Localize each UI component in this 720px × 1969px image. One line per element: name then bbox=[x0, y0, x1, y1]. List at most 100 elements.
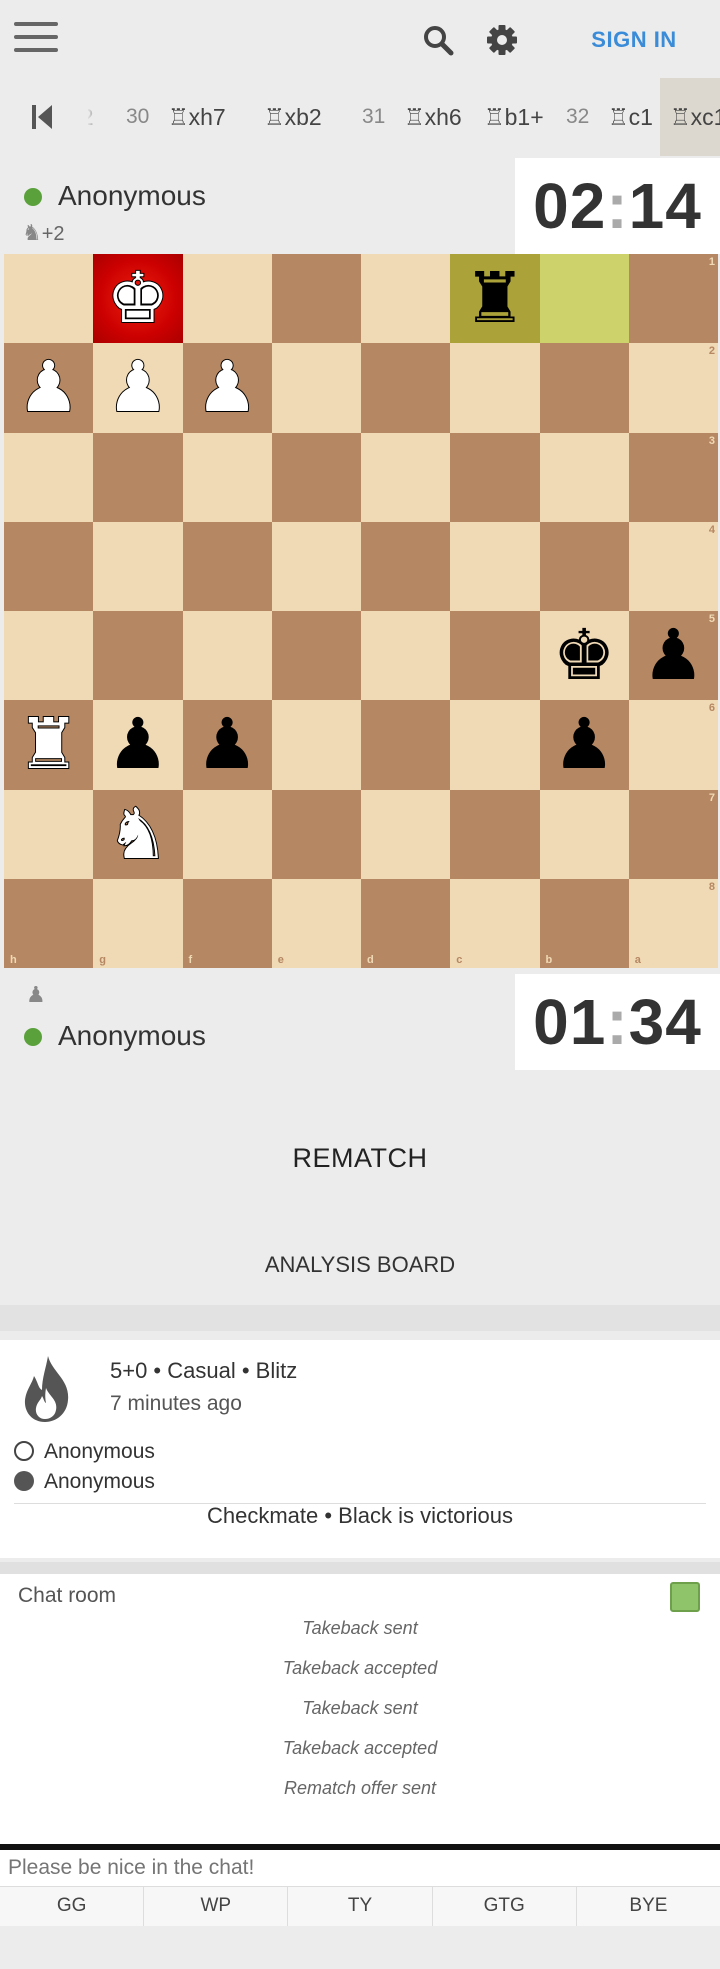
board-square[interactable] bbox=[450, 700, 540, 790]
board-square[interactable] bbox=[4, 521, 94, 611]
move-item[interactable]: ♖xh6 bbox=[404, 78, 462, 156]
board-square[interactable] bbox=[271, 700, 361, 790]
board-square[interactable]: 2 bbox=[628, 343, 718, 433]
board-square[interactable] bbox=[361, 789, 451, 879]
move-item[interactable]: ♖c1 bbox=[608, 78, 653, 156]
move-list[interactable]: a230♖xh7♖xb231♖xh6♖b1+32♖c1♖xc1#0-1 bbox=[0, 78, 720, 156]
white-pawn-icon[interactable]: ♟ bbox=[93, 343, 182, 432]
chat-preset-bye-button[interactable]: BYE bbox=[576, 1887, 720, 1926]
board-square[interactable]: ♜ bbox=[450, 254, 540, 344]
board-square[interactable] bbox=[271, 521, 361, 611]
analysis-board-button[interactable]: ANALYSIS BOARD bbox=[0, 1230, 720, 1300]
bottom-player-name[interactable]: Anonymous bbox=[58, 1020, 206, 1052]
chat-preset-wp-button[interactable]: WP bbox=[144, 1887, 289, 1926]
board-square[interactable]: g bbox=[93, 878, 183, 968]
board-square[interactable]: ♞ bbox=[93, 789, 183, 879]
white-player-row[interactable]: Anonymous bbox=[14, 1440, 155, 1464]
board-square[interactable] bbox=[182, 432, 272, 522]
black-king-icon[interactable]: ♚ bbox=[540, 611, 629, 700]
board-square[interactable]: h bbox=[4, 878, 94, 968]
board-square[interactable]: ♚ bbox=[93, 254, 183, 344]
board-square[interactable] bbox=[4, 432, 94, 522]
board-square[interactable] bbox=[4, 789, 94, 879]
board-square[interactable]: 4 bbox=[628, 521, 718, 611]
board-square[interactable]: ♜ bbox=[4, 700, 94, 790]
search-icon[interactable] bbox=[420, 22, 456, 58]
board-square[interactable]: ♟ bbox=[539, 700, 629, 790]
board-square[interactable] bbox=[361, 343, 451, 433]
board-square[interactable]: ♟ bbox=[93, 700, 183, 790]
gear-icon[interactable] bbox=[484, 22, 520, 58]
chat-preset-ty-button[interactable]: TY bbox=[288, 1887, 433, 1926]
board-square[interactable] bbox=[271, 611, 361, 701]
board-square[interactable]: 6 bbox=[628, 700, 718, 790]
top-player-name[interactable]: Anonymous bbox=[58, 180, 206, 212]
board-square[interactable] bbox=[182, 611, 272, 701]
board-square[interactable] bbox=[4, 254, 94, 344]
move-item[interactable]: ♖b1+ bbox=[484, 78, 544, 156]
chat-preset-gtg-button[interactable]: GTG bbox=[432, 1887, 577, 1926]
board-square[interactable] bbox=[4, 611, 94, 701]
white-king-icon[interactable]: ♚ bbox=[93, 254, 182, 343]
black-pawn-icon[interactable]: ♟ bbox=[93, 700, 182, 789]
board-square[interactable] bbox=[450, 521, 540, 611]
board-square[interactable] bbox=[539, 521, 629, 611]
board-square[interactable] bbox=[182, 789, 272, 879]
black-player-row[interactable]: Anonymous bbox=[14, 1470, 155, 1494]
board-square[interactable]: d bbox=[361, 878, 451, 968]
board-square[interactable]: f bbox=[182, 878, 272, 968]
hamburger-menu-icon[interactable] bbox=[14, 20, 60, 56]
board-square[interactable]: ♟ bbox=[93, 343, 183, 433]
move-item[interactable]: ♖xh7 bbox=[168, 78, 226, 156]
board-square[interactable]: 3 bbox=[628, 432, 718, 522]
first-move-button[interactable] bbox=[0, 78, 88, 156]
board-square[interactable]: 7 bbox=[628, 789, 718, 879]
board-square[interactable] bbox=[361, 611, 451, 701]
chat-input[interactable] bbox=[0, 1850, 720, 1886]
board-square[interactable]: ♟ bbox=[4, 343, 94, 433]
board-square[interactable] bbox=[539, 343, 629, 433]
board-square[interactable]: ♟ bbox=[182, 343, 272, 433]
board-square[interactable] bbox=[93, 611, 183, 701]
white-pawn-icon[interactable]: ♟ bbox=[4, 343, 93, 432]
board-square[interactable] bbox=[361, 254, 451, 344]
white-knight-icon[interactable]: ♞ bbox=[93, 790, 182, 879]
board-square[interactable] bbox=[450, 343, 540, 433]
chat-preset-gg-button[interactable]: GG bbox=[0, 1887, 145, 1926]
move-item[interactable]: ♖xc1# bbox=[660, 78, 720, 156]
rematch-button[interactable]: REMATCH bbox=[0, 1088, 720, 1228]
board-square[interactable]: 8a bbox=[628, 878, 718, 968]
white-player-name[interactable]: Anonymous bbox=[44, 1440, 155, 1463]
board-square[interactable] bbox=[539, 789, 629, 879]
board-square[interactable] bbox=[93, 521, 183, 611]
black-pawn-icon[interactable]: ♟ bbox=[183, 700, 272, 789]
white-rook-icon[interactable]: ♜ bbox=[4, 700, 93, 789]
board-square[interactable] bbox=[271, 789, 361, 879]
black-rook-icon[interactable]: ♜ bbox=[450, 254, 539, 343]
board-square[interactable]: c bbox=[450, 878, 540, 968]
board-square[interactable] bbox=[450, 611, 540, 701]
board-square[interactable] bbox=[539, 432, 629, 522]
move-item[interactable]: ♖xb2 bbox=[264, 78, 322, 156]
board-square[interactable]: b bbox=[539, 878, 629, 968]
board-square[interactable] bbox=[271, 254, 361, 344]
board-square[interactable]: ♟ bbox=[182, 700, 272, 790]
black-player-name[interactable]: Anonymous bbox=[44, 1470, 155, 1493]
board-square[interactable] bbox=[361, 432, 451, 522]
board-square[interactable] bbox=[182, 254, 272, 344]
board-square[interactable] bbox=[271, 432, 361, 522]
board-square[interactable] bbox=[271, 343, 361, 433]
board-square[interactable]: ♟ 5 bbox=[628, 611, 718, 701]
chess-board[interactable]: ♚ ♜ 1 ♟ ♟ ♟ 2 3 4 ♚ ♟ 5 ♜ ♟ ♟ ♟ 6 ♞ 7 h g f e d c b 8 a bbox=[4, 254, 718, 968]
white-pawn-icon[interactable]: ♟ bbox=[183, 343, 272, 432]
board-square[interactable] bbox=[361, 521, 451, 611]
board-square[interactable] bbox=[539, 254, 629, 344]
board-square[interactable] bbox=[450, 789, 540, 879]
board-square[interactable]: e bbox=[271, 878, 361, 968]
board-square[interactable] bbox=[93, 432, 183, 522]
board-square[interactable]: ♚ bbox=[539, 611, 629, 701]
board-square[interactable]: 1 bbox=[628, 254, 718, 344]
black-pawn-icon[interactable]: ♟ bbox=[629, 611, 718, 700]
board-square[interactable] bbox=[450, 432, 540, 522]
sign-in-button[interactable]: SIGN IN bbox=[560, 24, 708, 56]
